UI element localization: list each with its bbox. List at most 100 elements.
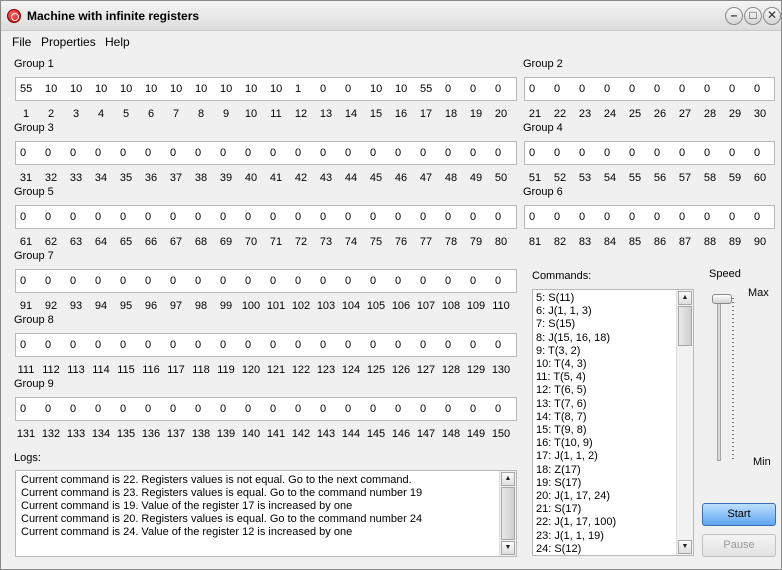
register-value[interactable]: 10 xyxy=(145,83,157,95)
speed-slider-handle[interactable] xyxy=(712,294,732,304)
register-value[interactable]: 0 xyxy=(604,147,610,159)
register-value[interactable]: 0 xyxy=(445,275,451,287)
register-value[interactable]: 0 xyxy=(470,147,476,159)
register-value[interactable]: 0 xyxy=(495,339,501,351)
register-value[interactable]: 0 xyxy=(529,211,535,223)
register-value[interactable]: 0 xyxy=(495,83,501,95)
register-value[interactable]: 0 xyxy=(320,403,326,415)
register-value[interactable]: 0 xyxy=(729,147,735,159)
register-value[interactable]: 0 xyxy=(420,403,426,415)
register-value[interactable]: 0 xyxy=(345,339,351,351)
speed-slider-track[interactable] xyxy=(717,298,721,461)
register-value[interactable]: 0 xyxy=(729,211,735,223)
register-value[interactable]: 0 xyxy=(529,83,535,95)
register-value[interactable]: 0 xyxy=(554,211,560,223)
register-value[interactable]: 0 xyxy=(245,403,251,415)
register-value[interactable]: 0 xyxy=(470,403,476,415)
register-value[interactable]: 0 xyxy=(420,275,426,287)
register-value[interactable]: 0 xyxy=(420,211,426,223)
register-value[interactable]: 0 xyxy=(220,147,226,159)
register-value[interactable]: 0 xyxy=(395,211,401,223)
register-value[interactable]: 10 xyxy=(95,83,107,95)
register-value[interactable]: 0 xyxy=(270,403,276,415)
register-input-row[interactable]: 0 0 0 0 0 0 0 0 0 0 xyxy=(524,141,775,165)
register-value[interactable]: 0 xyxy=(495,275,501,287)
register-value[interactable]: 0 xyxy=(345,147,351,159)
register-value[interactable]: 0 xyxy=(295,211,301,223)
register-value[interactable]: 0 xyxy=(470,339,476,351)
command-item[interactable]: 22: J(1, 17, 100) xyxy=(536,516,616,528)
register-value[interactable]: 0 xyxy=(320,211,326,223)
register-value[interactable]: 0 xyxy=(20,211,26,223)
register-value[interactable]: 10 xyxy=(45,83,57,95)
command-item[interactable]: 24: S(12) xyxy=(536,543,581,555)
register-value[interactable]: 0 xyxy=(20,339,26,351)
register-input-row[interactable]: 0 0 0 0 0 0 0 0 0 0 xyxy=(524,77,775,101)
command-item[interactable]: 6: J(1, 1, 3) xyxy=(536,305,592,317)
register-value[interactable]: 0 xyxy=(70,275,76,287)
logs-scrollbar[interactable]: ▲ ▼ xyxy=(499,471,516,556)
register-value[interactable]: 0 xyxy=(370,147,376,159)
register-value[interactable]: 0 xyxy=(220,275,226,287)
register-value[interactable]: 0 xyxy=(220,339,226,351)
register-value[interactable]: 0 xyxy=(704,147,710,159)
register-value[interactable]: 0 xyxy=(70,211,76,223)
register-value[interactable]: 10 xyxy=(395,83,407,95)
register-value[interactable]: 0 xyxy=(320,147,326,159)
register-input-row[interactable]: 0 0 0 0 0 0 0 0 0 0 0 0 0 0 0 0 0 0 0 0 xyxy=(15,205,517,229)
register-value[interactable]: 0 xyxy=(395,339,401,351)
register-value[interactable]: 0 xyxy=(195,403,201,415)
register-value[interactable]: 0 xyxy=(45,339,51,351)
register-value[interactable]: 0 xyxy=(495,403,501,415)
register-value[interactable]: 0 xyxy=(729,83,735,95)
register-value[interactable]: 1 xyxy=(295,83,301,95)
register-value[interactable]: 0 xyxy=(470,83,476,95)
close-button[interactable]: ✕ xyxy=(763,7,781,25)
register-value[interactable]: 0 xyxy=(245,339,251,351)
menu-help[interactable]: Help xyxy=(105,35,130,49)
register-value[interactable]: 0 xyxy=(704,211,710,223)
maximize-button[interactable]: □ xyxy=(744,7,762,25)
register-value[interactable]: 0 xyxy=(20,147,26,159)
register-value[interactable]: 0 xyxy=(345,83,351,95)
register-value[interactable]: 0 xyxy=(145,403,151,415)
register-value[interactable]: 0 xyxy=(754,147,760,159)
register-value[interactable]: 0 xyxy=(320,275,326,287)
commands-list[interactable]: 5: S(11) 6: J(1, 1, 3) 7: S(15) 8: J(15, 16… xyxy=(532,289,694,556)
register-value[interactable]: 0 xyxy=(420,147,426,159)
scroll-down-icon[interactable]: ▼ xyxy=(678,540,692,554)
register-value[interactable]: 0 xyxy=(120,403,126,415)
register-value[interactable]: 0 xyxy=(654,83,660,95)
menu-properties[interactable]: Properties xyxy=(41,35,96,49)
register-value[interactable]: 0 xyxy=(270,211,276,223)
logs-panel[interactable]: Current command is 22. Registers values … xyxy=(15,470,517,557)
register-value[interactable]: 10 xyxy=(70,83,82,95)
command-item[interactable]: 15: T(9, 8) xyxy=(536,424,587,436)
command-item[interactable]: 7: S(15) xyxy=(536,318,575,330)
command-item[interactable]: 18: Z(17) xyxy=(536,464,581,476)
command-item[interactable]: 11: T(5, 4) xyxy=(536,371,586,383)
register-value[interactable]: 0 xyxy=(445,83,451,95)
command-item[interactable]: 19: S(17) xyxy=(536,477,581,489)
register-value[interactable]: 0 xyxy=(145,339,151,351)
register-value[interactable]: 0 xyxy=(754,211,760,223)
register-value[interactable]: 0 xyxy=(604,83,610,95)
register-value[interactable]: 0 xyxy=(120,275,126,287)
register-value[interactable]: 10 xyxy=(195,83,207,95)
register-value[interactable]: 0 xyxy=(95,147,101,159)
register-value[interactable]: 0 xyxy=(270,339,276,351)
register-input-row[interactable]: 0 0 0 0 0 0 0 0 0 0 0 0 0 0 0 0 0 0 0 0 xyxy=(15,333,517,357)
register-value[interactable]: 0 xyxy=(220,211,226,223)
scroll-up-icon[interactable]: ▲ xyxy=(501,472,515,486)
register-value[interactable]: 0 xyxy=(120,211,126,223)
commands-scrollbar[interactable]: ▲ ▼ xyxy=(676,290,693,555)
register-value[interactable]: 0 xyxy=(45,275,51,287)
register-value[interactable]: 0 xyxy=(604,211,610,223)
register-value[interactable]: 0 xyxy=(220,403,226,415)
register-value[interactable]: 0 xyxy=(470,211,476,223)
register-value[interactable]: 0 xyxy=(579,147,585,159)
register-value[interactable]: 0 xyxy=(629,147,635,159)
register-value[interactable]: 0 xyxy=(654,147,660,159)
command-item[interactable]: 12: T(6, 5) xyxy=(536,384,587,396)
register-value[interactable]: 0 xyxy=(370,275,376,287)
